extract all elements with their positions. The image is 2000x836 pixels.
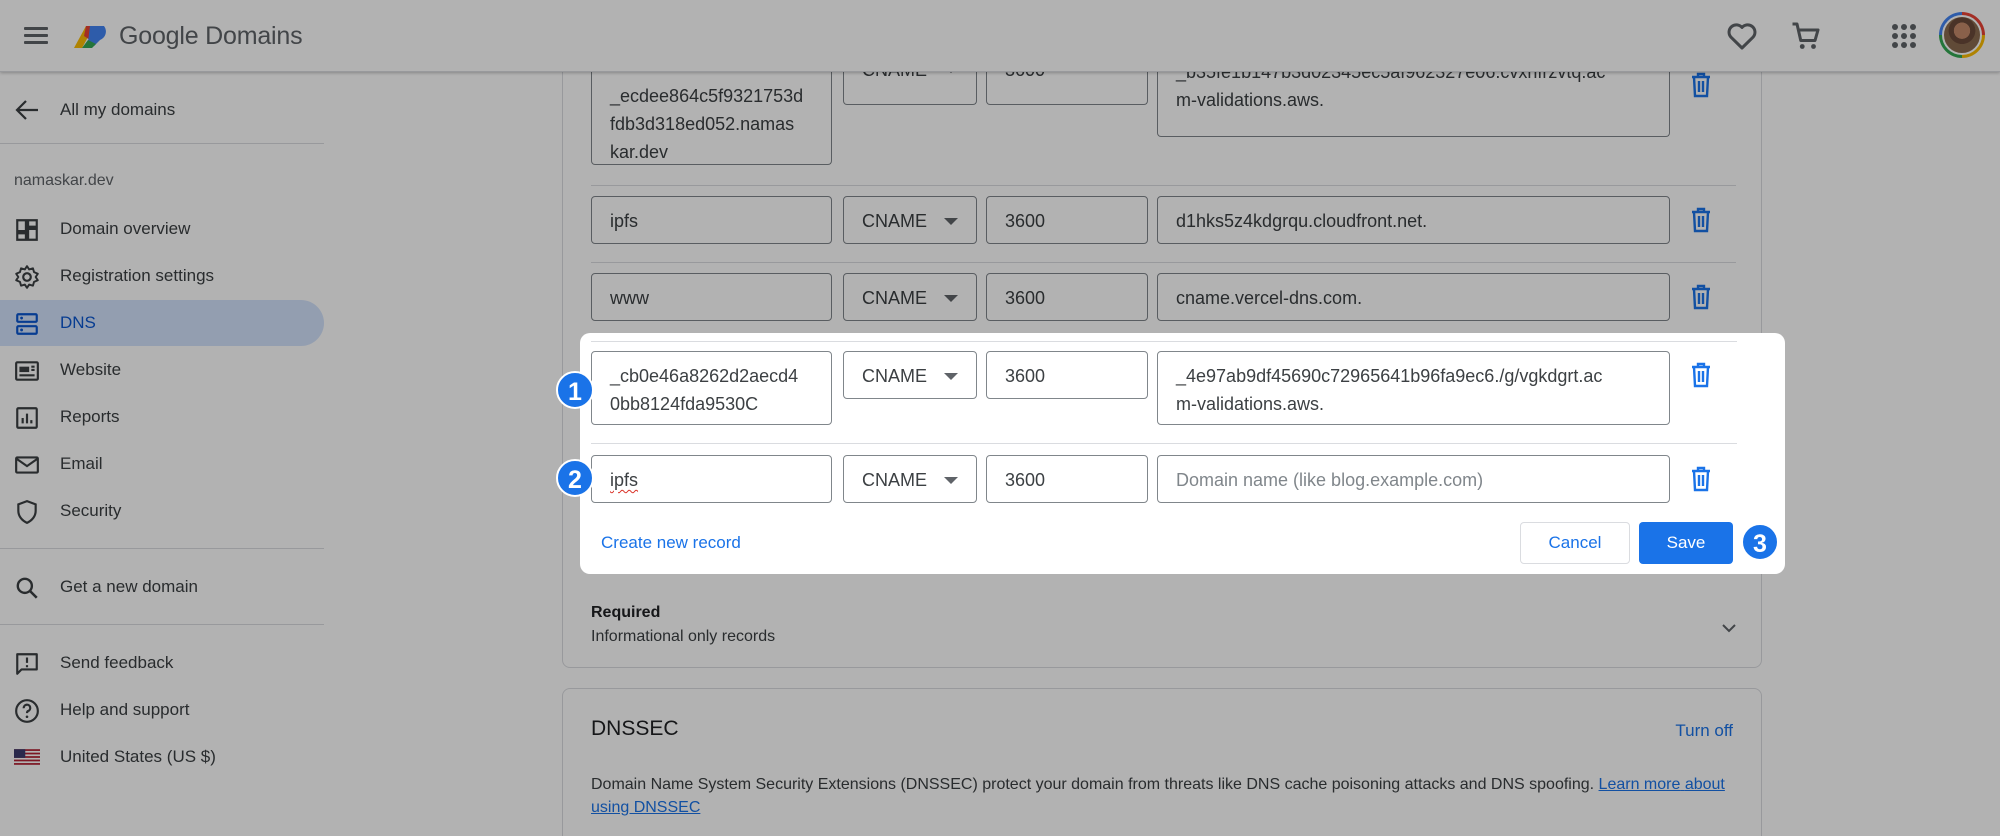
record-divider	[591, 443, 1737, 444]
step-badge-2: 2	[556, 459, 594, 497]
step-badge-3: 3	[1741, 523, 1779, 561]
host-name-field[interactable]: _cb0e46a8262d2aecd4 0bb8124fda9530C	[591, 351, 832, 425]
data-field[interactable]: Domain name (like blog.example.com)	[1157, 455, 1670, 503]
record-type-select[interactable]: CNAME	[843, 351, 977, 399]
record-divider	[591, 341, 1737, 342]
record-type-value: CNAME	[862, 470, 928, 490]
record-type-select[interactable]: CNAME	[843, 455, 977, 503]
ttl-field[interactable]: 3600	[986, 351, 1148, 399]
data-field[interactable]: _4e97ab9df45690c72965641b96fa9ec6./g/vgk…	[1157, 351, 1670, 425]
chevron-down-icon	[944, 477, 958, 484]
delete-icon[interactable]	[1690, 362, 1712, 388]
new-records-panel: _cb0e46a8262d2aecd4 0bb8124fda9530C CNAM…	[580, 333, 1785, 574]
host-name-field[interactable]: ipfs	[591, 455, 832, 503]
create-new-record-link[interactable]: Create new record	[601, 533, 741, 553]
chevron-down-icon	[944, 373, 958, 380]
ttl-field[interactable]: 3600	[986, 455, 1148, 503]
save-button[interactable]: Save	[1639, 522, 1733, 564]
record-type-value: CNAME	[862, 366, 928, 386]
step-badge-1: 1	[556, 371, 594, 409]
delete-icon[interactable]	[1690, 466, 1712, 492]
cancel-button[interactable]: Cancel	[1520, 522, 1630, 564]
